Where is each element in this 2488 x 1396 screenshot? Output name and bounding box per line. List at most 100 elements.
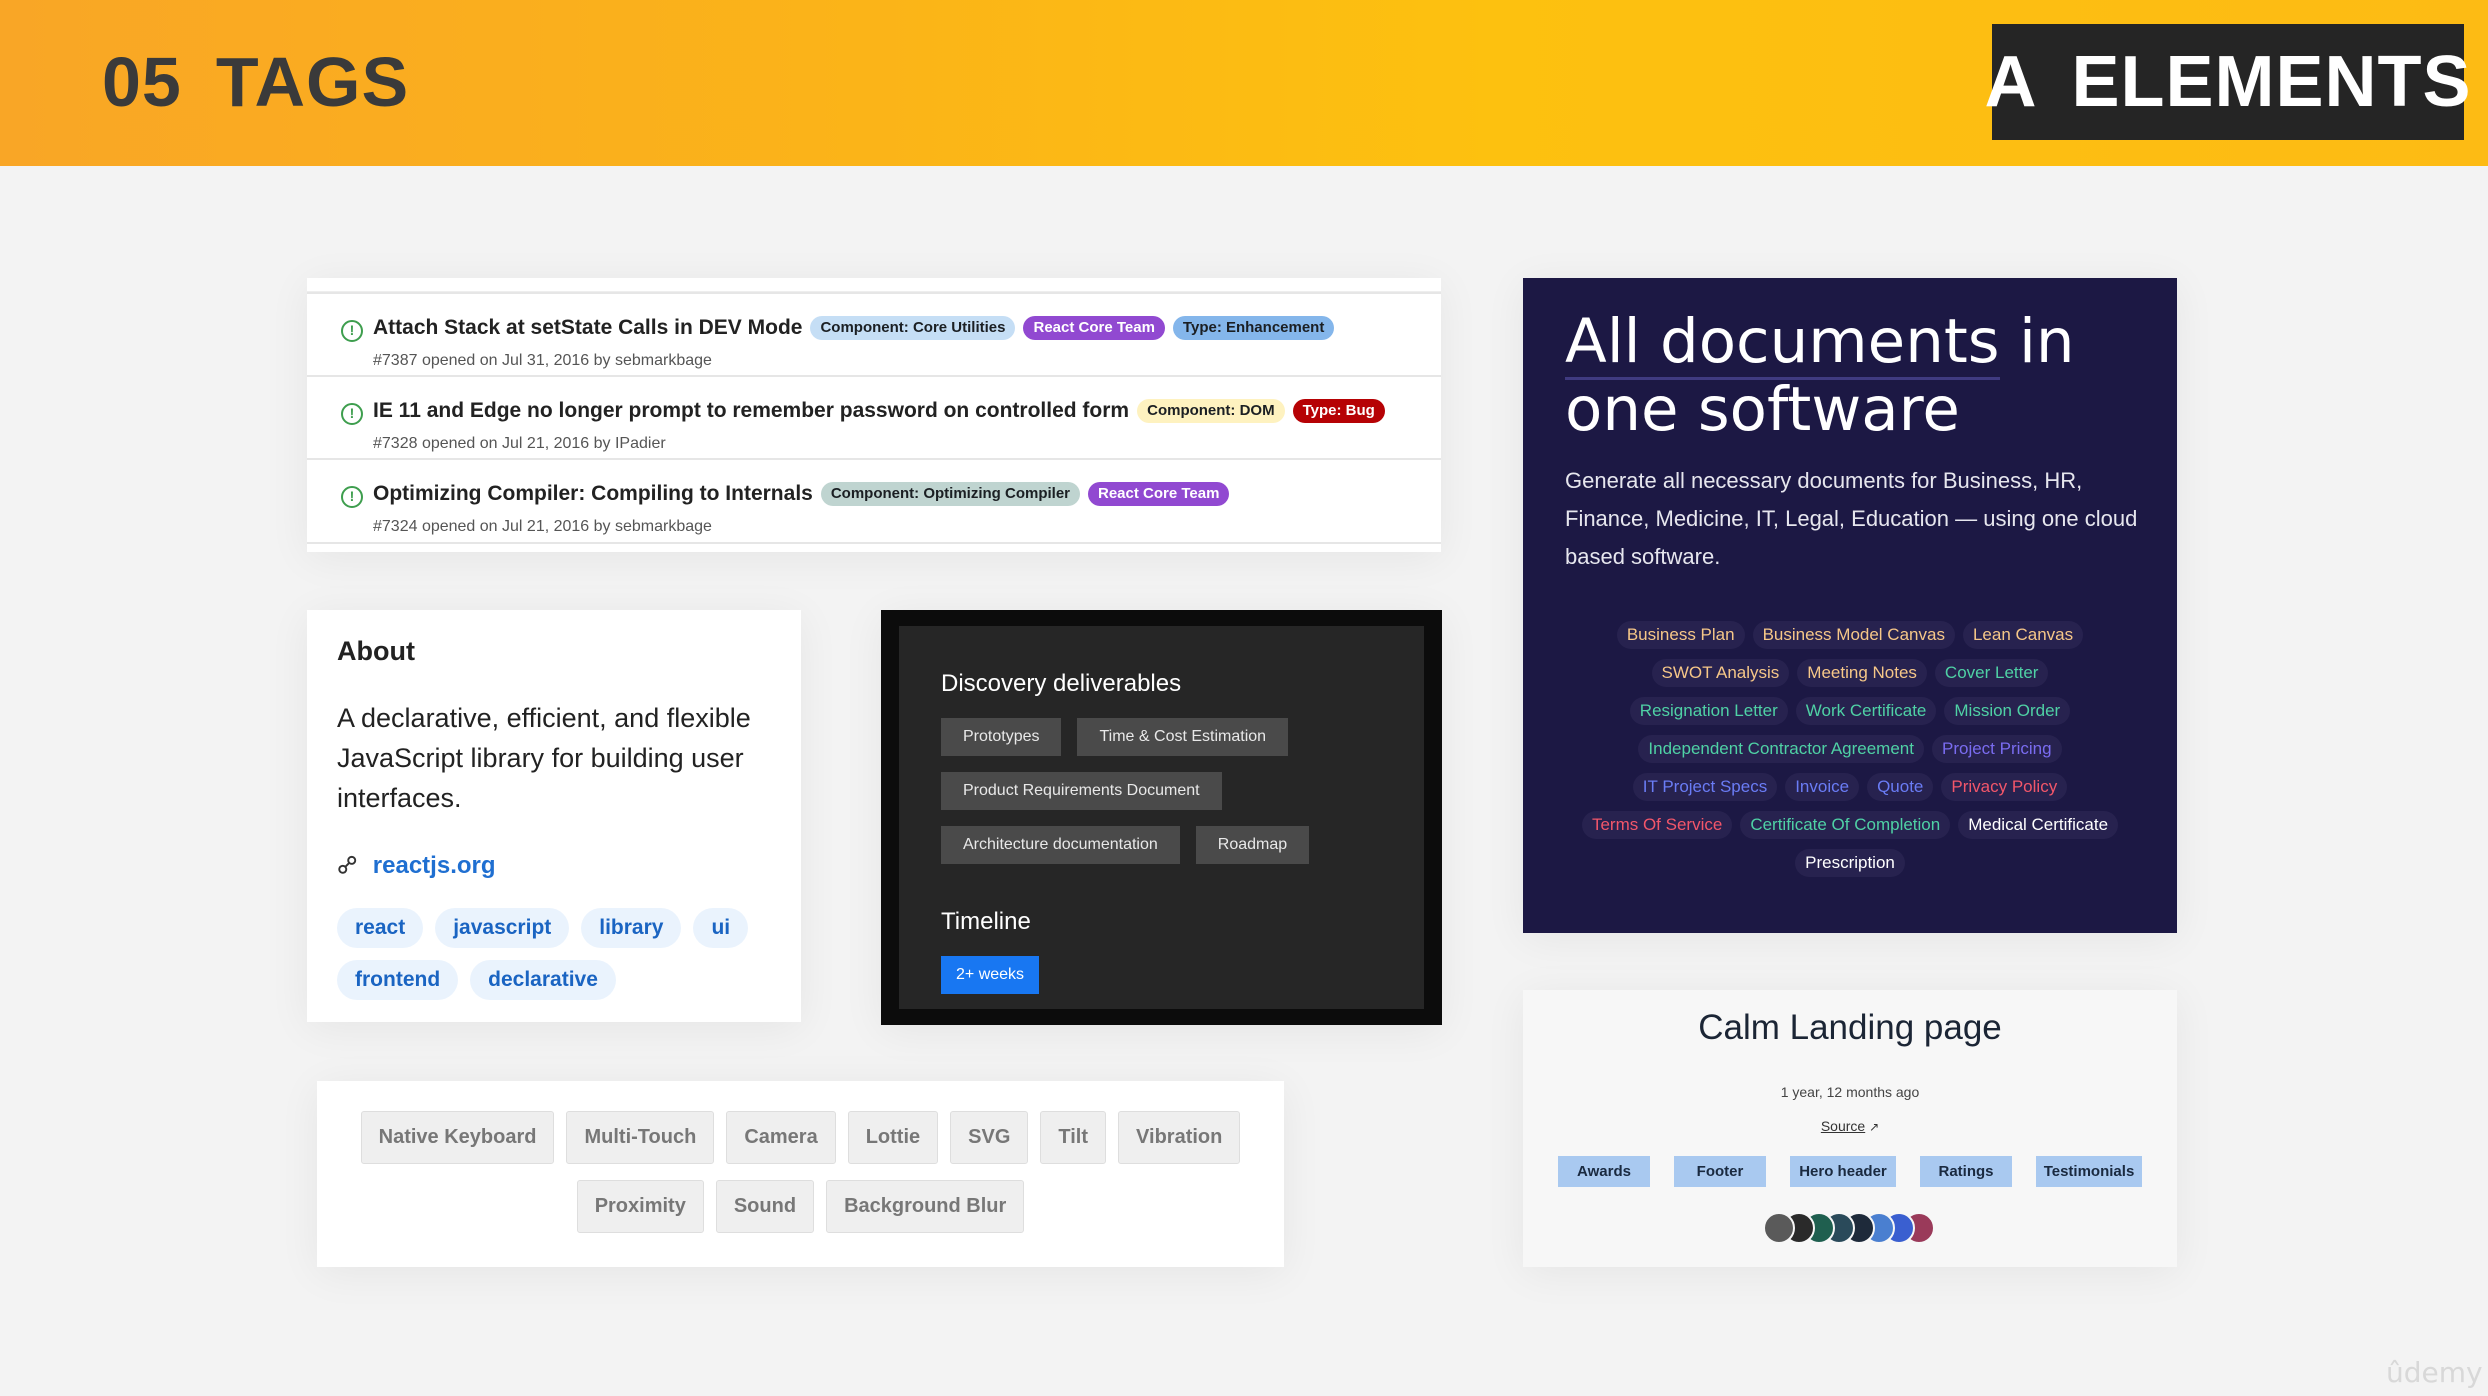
document-tag[interactable]: Quote [1867,773,1934,801]
documents-heading: All documents in one software [1565,306,2155,444]
issue-row[interactable]: ! IE 11 and Edge no longer prompt to reme… [307,375,1441,459]
feature-tag[interactable]: Proximity [576,1180,704,1233]
timeline-heading: Timeline [941,908,1031,935]
features-card: Native Keyboard Multi-Touch Camera Lottie SV… [317,1081,1284,1267]
document-tags: Business Plan Business Model Canvas Lean C… [1573,621,2127,877]
brand-word: ELEMENTS [2071,42,2472,122]
document-tag[interactable]: Medical Certificate [1958,811,2119,839]
website-link[interactable]: ⚯ reactjs.org [329,847,496,884]
document-tag[interactable]: Terms Of Service [1581,811,1733,839]
section-label: TAGS [215,43,410,121]
topic-tag[interactable]: ui [693,908,749,948]
calm-heading: Calm Landing page [1698,1008,2002,1047]
discovery-card: Discovery deliverables Prototypes Time & … [881,610,1442,1025]
document-tag[interactable]: Business Model Canvas [1752,621,1955,649]
discovery-panel: Discovery deliverables Prototypes Time & … [899,626,1424,1009]
document-tag[interactable]: Project Pricing [1931,735,2062,763]
calm-tag[interactable]: Awards [1558,1156,1650,1187]
header-bar: 05 TAGS A ELEMENTS [0,0,2488,166]
about-heading: About [337,636,415,666]
issue-meta: #7387 opened on Jul 31, 2016 by sebmarkb… [373,352,712,369]
document-tag[interactable]: Independent Contractor Agreement [1638,735,1924,763]
issue-label[interactable]: Component: Core Utilities [810,316,1016,340]
issue-label[interactable]: React Core Team [1023,316,1165,340]
issue-label[interactable]: Type: Enhancement [1172,316,1335,340]
deliverable-tag[interactable]: Product Requirements Document [941,772,1222,810]
issue-row[interactable]: ! Optimizing Compiler: Compiling to Inter… [307,458,1441,542]
feature-tag[interactable]: Native Keyboard [360,1111,555,1164]
issue-row[interactable]: ! Attach Stack at setState Calls in DEV M… [307,292,1441,376]
issues-divider [307,542,1441,544]
brand-logo: A ELEMENTS [1984,24,2471,140]
issue-label[interactable]: Component: Optimizing Compiler [820,482,1080,506]
calm-tag[interactable]: Hero header [1790,1156,1896,1187]
issue-title-line: Optimizing Compiler: Compiling to Intern… [373,482,1237,506]
feature-tag[interactable]: Multi-Touch [566,1111,715,1164]
source-link[interactable]: Source ↗ [1523,1118,2177,1134]
issue-title[interactable]: Optimizing Compiler: Compiling to Intern… [373,482,813,506]
external-link-icon: ↗ [1869,1120,1880,1134]
document-tag[interactable]: Privacy Policy [1941,773,2068,801]
feature-tag[interactable]: Vibration [1118,1111,1241,1164]
feature-tag[interactable]: Tilt [1040,1111,1107,1164]
about-card: About A declarative, efficient, and flex… [307,610,801,1022]
document-tag[interactable]: Lean Canvas [1962,621,2084,649]
issue-title[interactable]: IE 11 and Edge no longer prompt to remem… [373,399,1129,423]
website-url[interactable]: reactjs.org [373,852,496,880]
feature-tags: Native Keyboard Multi-Touch Camera Lottie SV… [357,1111,1244,1233]
document-tag[interactable]: Work Certificate [1795,697,1937,725]
document-tag[interactable]: Prescription [1795,849,1905,877]
topic-tag[interactable]: javascript [435,908,570,948]
calm-tag[interactable]: Testimonials [2036,1156,2142,1187]
deliverable-tag[interactable]: Time & Cost Estimation [1077,718,1289,756]
issue-open-icon: ! [341,320,363,342]
document-tag[interactable]: Resignation Letter [1629,697,1788,725]
documents-heading-part1: All documents [1565,306,2000,380]
timeline-badge[interactable]: 2+ weeks [941,956,1040,994]
source-label[interactable]: Source [1821,1118,1865,1134]
calm-tag[interactable]: Footer [1674,1156,1766,1187]
document-tag[interactable]: Business Plan [1616,621,1745,649]
topic-tag[interactable]: declarative [470,960,616,1000]
color-swatch [1763,1212,1795,1244]
brand-letter: A [1984,42,2038,122]
deliverable-tag[interactable]: Roadmap [1195,826,1310,864]
deliverable-tag[interactable]: Prototypes [941,718,1062,756]
issue-title-line: IE 11 and Edge no longer prompt to remem… [373,399,1393,423]
topic-tag[interactable]: frontend [337,960,459,1000]
watermark: ûdemy [2386,1356,2483,1389]
deliverable-tags: Prototypes Time & Cost Estimation Product … [941,718,1411,864]
document-tag[interactable]: Meeting Notes [1797,659,1927,687]
issue-open-icon: ! [341,403,363,425]
document-tag[interactable]: Mission Order [1944,697,2071,725]
topic-tags: react javascript library ui frontend declarat… [337,908,787,1000]
calm-tags: Awards Footer Hero header Ratings Testimonia… [1523,1156,2177,1187]
document-tag[interactable]: Certificate Of Completion [1740,811,1951,839]
document-tag[interactable]: SWOT Analysis [1651,659,1790,687]
feature-tag[interactable]: Background Blur [826,1180,1025,1233]
section-number: 05 [102,43,182,121]
issue-title[interactable]: Attach Stack at setState Calls in DEV Mo… [373,316,802,340]
feature-tag[interactable]: Sound [715,1180,815,1233]
issue-meta: #7328 opened on Jul 21, 2016 by IPadier [373,435,666,452]
color-palette [1763,1212,1963,1244]
issue-label[interactable]: Type: Bug [1292,399,1385,423]
issue-meta: #7324 opened on Jul 21, 2016 by sebmarkb… [373,518,712,535]
calm-tag[interactable]: Ratings [1920,1156,2012,1187]
calm-date: 1 year, 12 months ago [1780,1084,1920,1100]
topic-tag[interactable]: react [337,908,424,948]
issue-title-line: Attach Stack at setState Calls in DEV Mo… [373,316,1342,340]
feature-tag[interactable]: Lottie [847,1111,939,1164]
feature-tag[interactable]: Camera [726,1111,836,1164]
documents-card: All documents in one software Generate a… [1523,278,2177,933]
document-tag[interactable]: Invoice [1785,773,1860,801]
deliverable-tag[interactable]: Architecture documentation [941,826,1180,864]
topic-tag[interactable]: library [581,908,682,948]
feature-tag[interactable]: SVG [950,1111,1029,1164]
calm-card: Calm Landing page 1 year, 12 months ago … [1523,990,2177,1267]
document-tag[interactable]: IT Project Specs [1632,773,1778,801]
document-tag[interactable]: Cover Letter [1934,659,2049,687]
issue-open-icon: ! [341,486,363,508]
issue-label[interactable]: React Core Team [1088,482,1230,506]
issue-label[interactable]: Component: DOM [1137,399,1285,423]
